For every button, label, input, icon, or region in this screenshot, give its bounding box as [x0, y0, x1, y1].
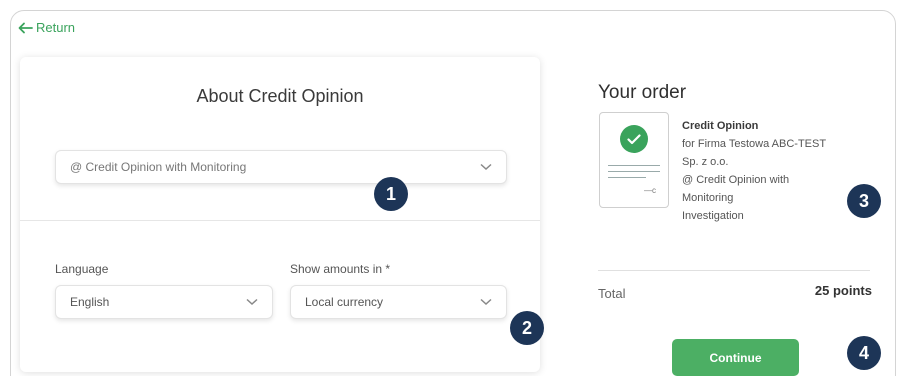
amounts-label: Show amounts in * [290, 262, 391, 276]
arrow-left-icon [18, 22, 33, 33]
language-select-value: English [70, 295, 110, 309]
order-detail-line: @ Credit Opinion with [682, 174, 790, 186]
product-select-value: @ Credit Opinion with Monitoring [70, 160, 247, 174]
order-detail-line: Sp. z o.o. [682, 156, 729, 168]
return-label: Return [36, 20, 76, 35]
product-select[interactable]: @ Credit Opinion with Monitoring [55, 150, 507, 184]
total-value: 25 points [814, 283, 872, 298]
doc-currency-mark: —c [644, 186, 656, 195]
order-details: Credit Opinion for Firma Testowa ABC-TES… [682, 117, 882, 225]
order-detail-line: Investigation [682, 210, 744, 222]
product-options-card: About Credit Opinion @ Credit Opinion wi… [20, 57, 540, 372]
amounts-select[interactable]: Local currency [290, 285, 507, 319]
document-thumbnail: —c [599, 112, 669, 208]
total-divider [598, 270, 870, 271]
order-product-name: Credit Opinion [682, 120, 759, 132]
checkmark-icon [620, 125, 648, 153]
doc-line [608, 165, 660, 166]
return-link[interactable]: Return [18, 20, 75, 35]
total-label: Total [598, 286, 626, 301]
chevron-down-icon [480, 298, 492, 306]
amounts-select-value: Local currency [305, 295, 384, 309]
chevron-down-icon [480, 163, 492, 171]
order-detail-line: for Firma Testowa ABC-TEST [682, 138, 827, 150]
step-badge-4: 4 [847, 336, 881, 370]
card-title: About Credit Opinion [196, 86, 364, 106]
language-select[interactable]: English [55, 285, 273, 319]
chevron-down-icon [246, 298, 258, 306]
step-badge-1: 1 [374, 177, 408, 211]
language-label: Language [55, 262, 109, 276]
doc-line [608, 171, 660, 172]
section-divider [20, 220, 540, 221]
order-title: Your order [598, 82, 687, 103]
doc-line [608, 177, 646, 178]
order-detail-line: Monitoring [682, 192, 734, 204]
step-badge-2: 2 [510, 311, 544, 345]
continue-button[interactable]: Continue [672, 339, 799, 376]
